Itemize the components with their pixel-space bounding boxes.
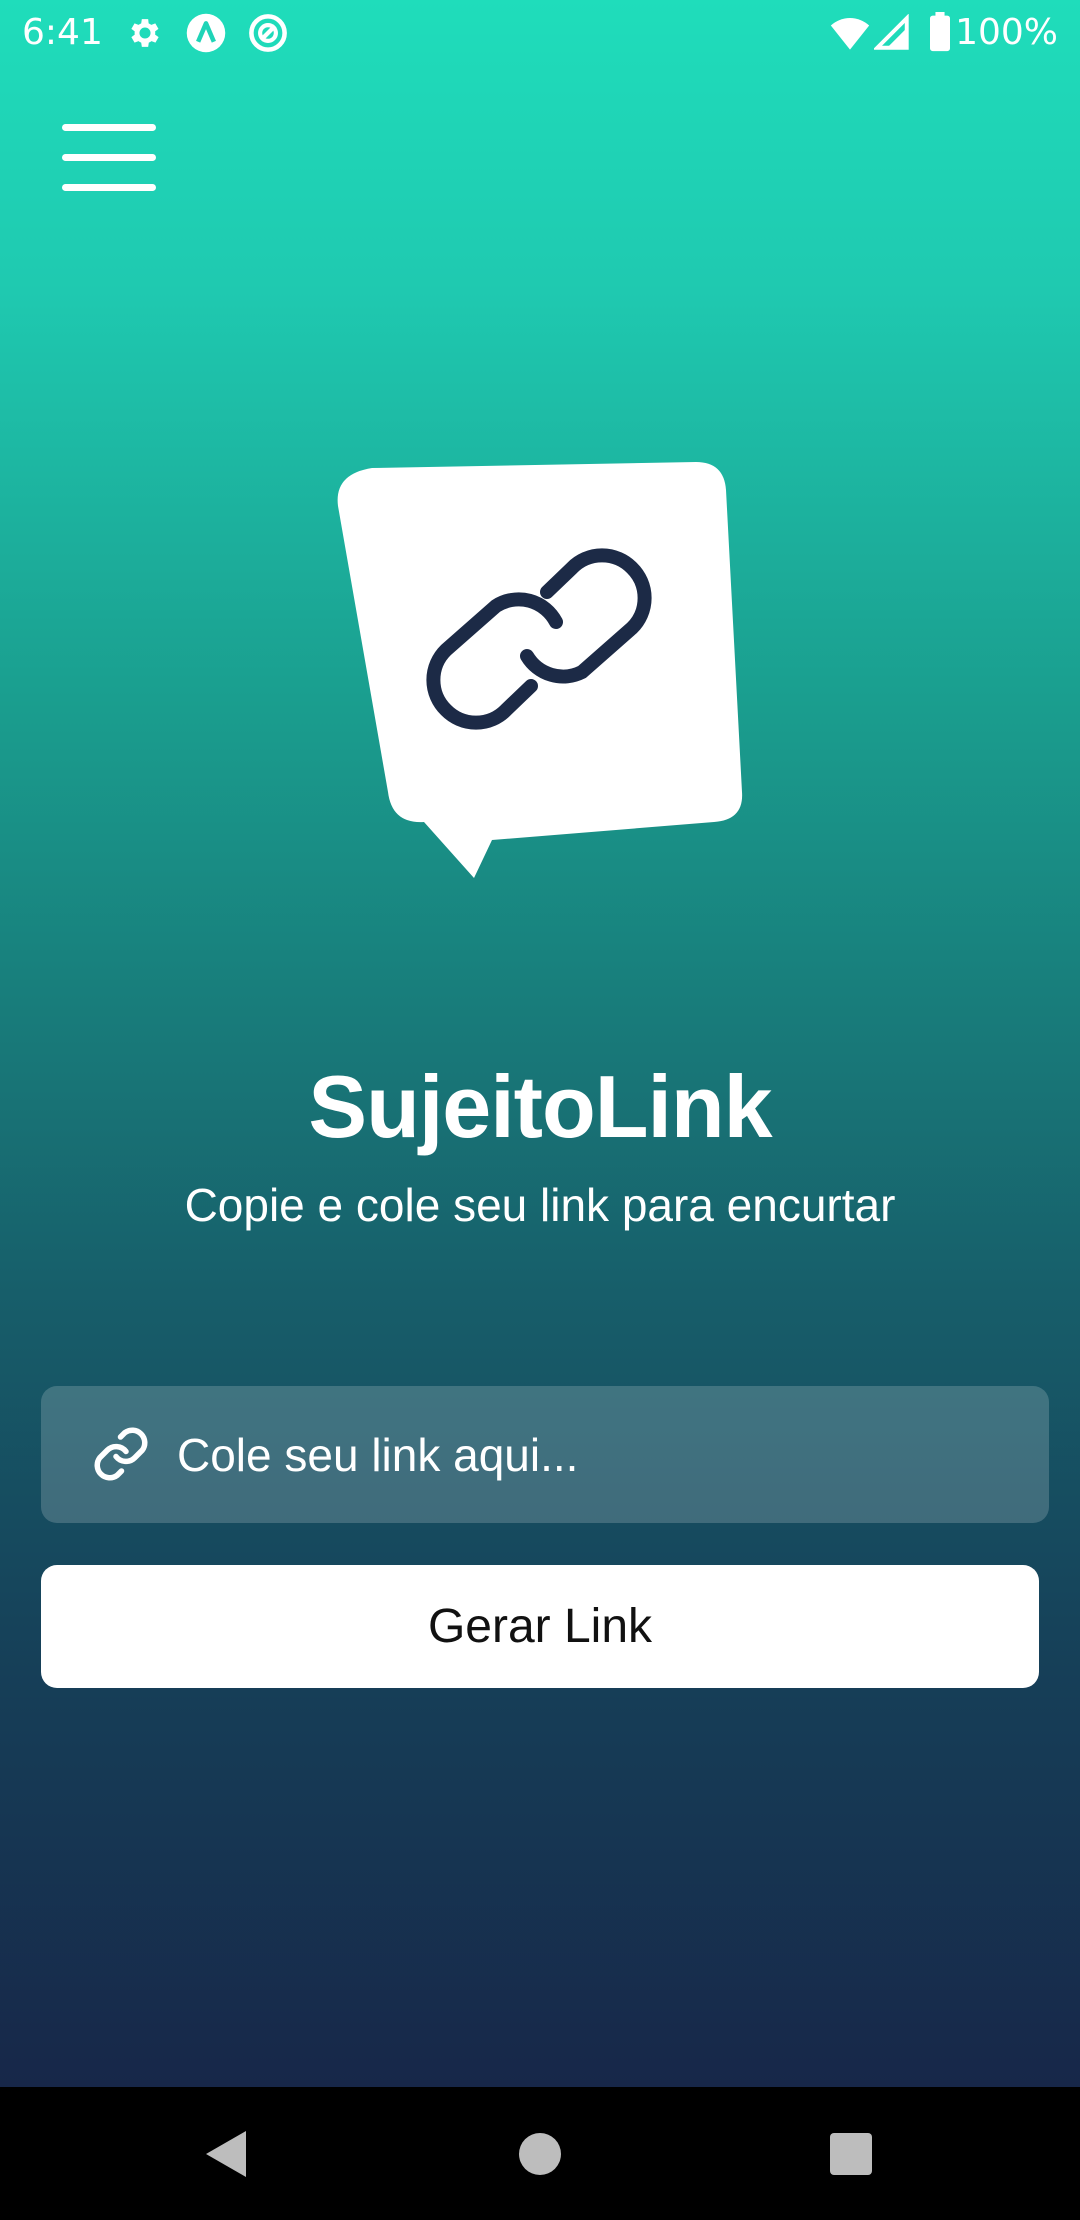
link-input-container[interactable] — [41, 1386, 1049, 1523]
cell-signal-icon — [874, 14, 909, 50]
link-input[interactable] — [177, 1386, 1017, 1523]
link-icon — [94, 1427, 148, 1481]
sync-circle-icon — [249, 14, 287, 52]
recents-icon[interactable] — [830, 2133, 872, 2175]
a-circle-icon — [186, 13, 226, 53]
home-icon[interactable] — [519, 2133, 561, 2175]
app-title: SujeitoLink — [308, 1057, 772, 1156]
menu-line — [62, 184, 156, 191]
navigation-bar — [0, 2087, 1080, 2220]
wifi-icon — [830, 18, 870, 50]
chat-bubble-link-icon — [337, 462, 743, 878]
gear-icon — [131, 19, 159, 47]
status-time: 6:41 — [22, 12, 103, 53]
hamburger-menu-icon[interactable] — [62, 124, 156, 191]
status-bar: 6:41 100% — [0, 0, 1080, 66]
menu-line — [62, 124, 156, 131]
battery-percentage: 100% — [955, 12, 1058, 53]
menu-line — [62, 154, 156, 161]
gradient-background — [0, 0, 1080, 2087]
app-screen: 6:41 100% SujeitoLink Copie e cole seu l… — [0, 0, 1080, 2220]
battery-icon — [930, 12, 950, 52]
app-subtitle: Copie e cole seu link para encurtar — [184, 1179, 896, 1231]
generate-link-button[interactable]: Gerar Link — [41, 1565, 1039, 1688]
back-icon[interactable] — [206, 2131, 246, 2177]
